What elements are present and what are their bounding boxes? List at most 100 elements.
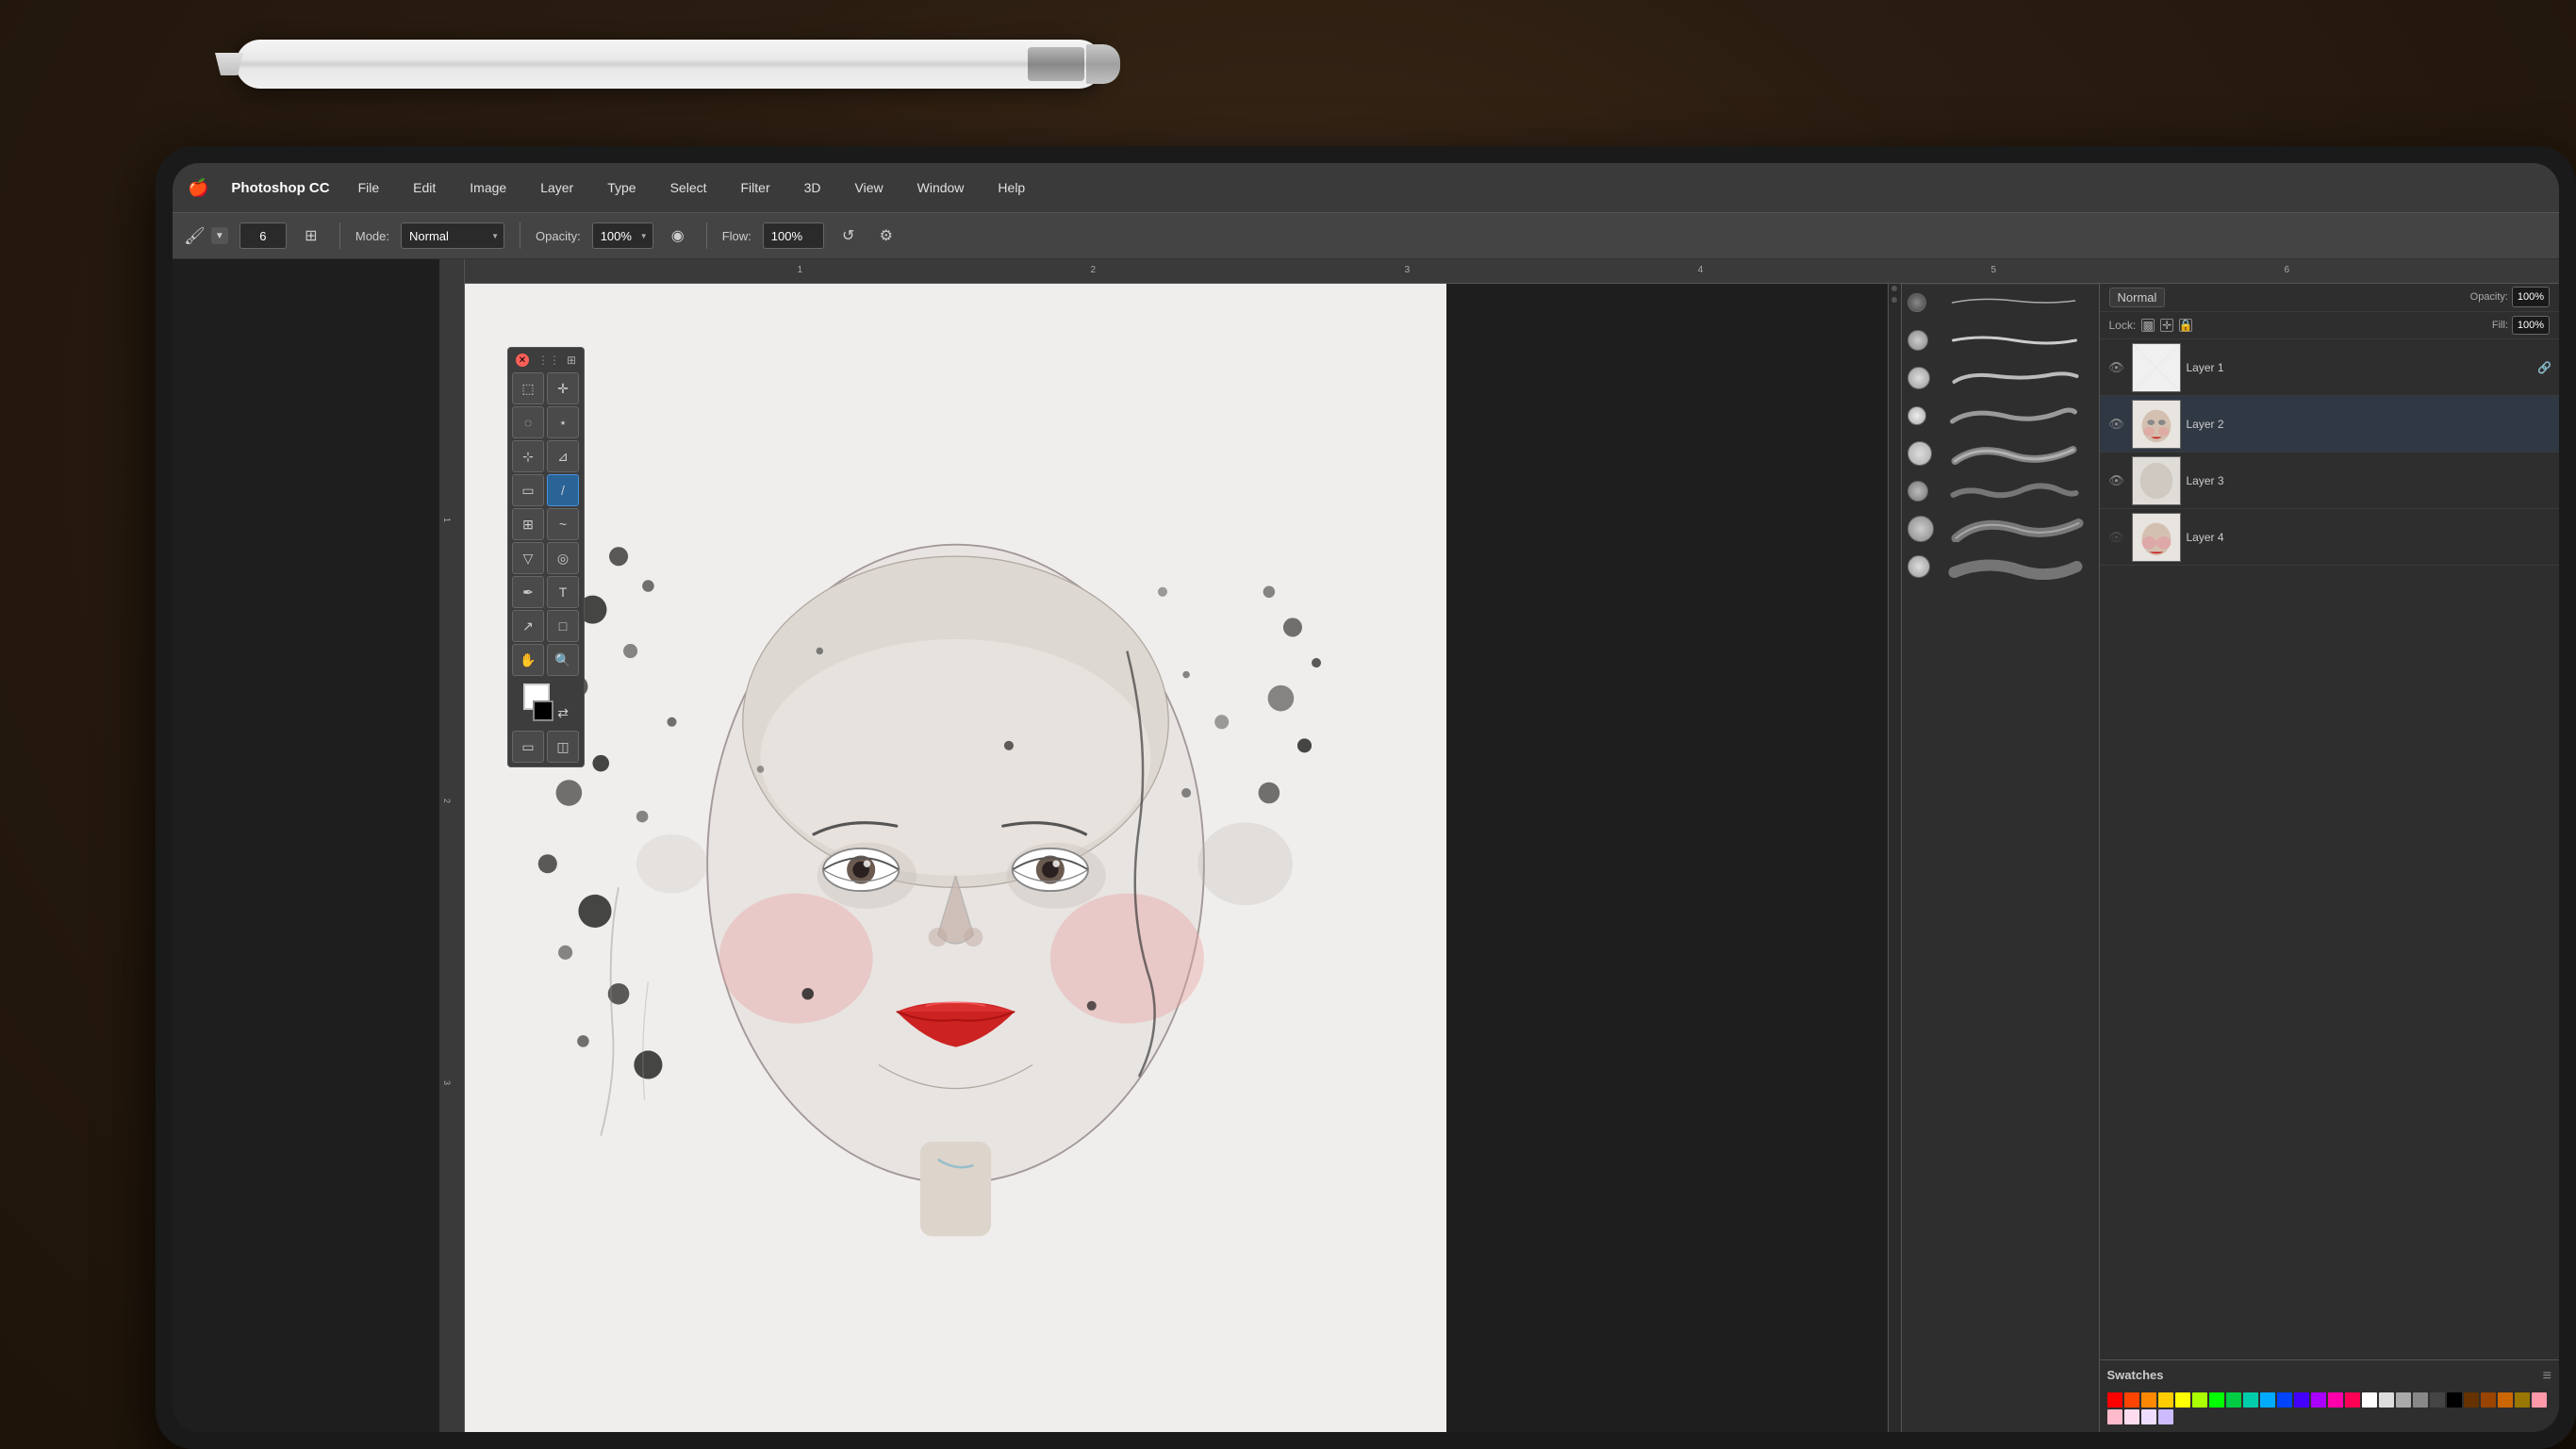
blend-mode-normal-btn[interactable]: Normal [2109,288,2166,307]
swatch-white[interactable] [2362,1392,2377,1408]
swatch-orange[interactable] [2141,1392,2156,1408]
opacity-small-value[interactable]: 100% [2512,287,2550,307]
menu-item-edit[interactable]: Edit [407,176,441,199]
eyedropper-tool-btn[interactable]: ⊿ [547,440,579,472]
layer-2-visibility[interactable]: 👁 [2107,415,2126,434]
swatch-blue[interactable] [2277,1392,2292,1408]
mode-select[interactable]: Normal Multiply Screen [401,222,504,249]
path-select-btn[interactable]: ↗ [512,610,544,642]
fill-value[interactable]: 100% [2512,316,2550,335]
brush-options-icon[interactable]: ⊞ [298,222,324,249]
swatch-olive[interactable] [2515,1392,2530,1408]
screen-mode-btn[interactable]: ▭ [512,731,544,763]
menu-item-view[interactable]: View [850,176,889,199]
menu-item-type[interactable]: Type [602,176,641,199]
brush-item-2[interactable] [1902,322,2099,358]
pen-tool-btn[interactable]: ✒ [512,576,544,608]
marquee-tool-btn[interactable]: ⬚ [512,372,544,404]
swatch-periwinkle[interactable] [2158,1409,2173,1424]
swatch-mid-gray[interactable] [2413,1392,2428,1408]
toolbox-expand-btn[interactable]: ⊞ [567,354,576,367]
layer-item-2[interactable]: 👁 [2100,396,2560,453]
swatch-magenta[interactable] [2328,1392,2343,1408]
menu-item-select[interactable]: Select [665,176,713,199]
brush-item-5[interactable] [1902,436,2099,471]
color-swatch-container[interactable] [523,683,553,721]
layer-item-1[interactable]: 👁 Layer 1 🔗 [2100,339,2560,396]
lock-position-btn[interactable]: ✛ [2160,319,2173,332]
swatch-teal[interactable] [2243,1392,2258,1408]
crop-tool-btn[interactable]: ⊹ [512,440,544,472]
menu-item-help[interactable]: Help [992,176,1031,199]
swatch-light-pink[interactable] [2107,1409,2122,1424]
menu-item-window[interactable]: Window [912,176,970,199]
text-tool-btn[interactable]: T [547,576,579,608]
brush-item-4[interactable] [1902,398,2099,434]
lock-all-btn[interactable]: 🔒 [2179,319,2192,332]
swatch-crimson[interactable] [2345,1392,2360,1408]
swatch-lavender[interactable] [2141,1409,2156,1424]
swatch-black[interactable] [2447,1392,2462,1408]
menu-item-layer[interactable]: Layer [535,176,579,199]
swatch-yellow-orange[interactable] [2158,1392,2173,1408]
brush-item-7[interactable] [1902,511,2099,547]
swatch-green[interactable] [2209,1392,2224,1408]
hand-tool-btn[interactable]: ✋ [512,644,544,676]
swatch-dark-gray[interactable] [2430,1392,2445,1408]
brush-item-8[interactable] [1902,549,2099,585]
background-color-swatch[interactable] [533,700,553,721]
menu-item-image[interactable]: Image [464,176,512,199]
menu-item-file[interactable]: File [353,176,386,199]
paint-bucket-btn[interactable]: ▽ [512,542,544,574]
swatch-pink[interactable] [2532,1392,2547,1408]
layer-4-visibility[interactable]: 👁 [2107,528,2126,547]
brush-dropdown-btn[interactable]: ▼ [211,227,228,244]
eraser-tool-btn[interactable]: ▭ [512,474,544,506]
shape-tool-btn[interactable]: □ [547,610,579,642]
opacity-value[interactable]: 100% [592,222,653,249]
canvas-area[interactable] [465,284,1446,1432]
swatches-menu-btn[interactable]: ≡ [2543,1368,2551,1385]
smudge-tool-btn[interactable]: ~ [547,508,579,540]
zoom-tool-btn[interactable]: 🔍 [547,644,579,676]
swatch-pale-pink[interactable] [2124,1409,2139,1424]
swatch-green-2[interactable] [2226,1392,2241,1408]
airbrush-icon[interactable]: ◉ [665,222,691,249]
layer-1-visibility[interactable]: 👁 [2107,358,2126,377]
swatch-burnt-orange[interactable] [2498,1392,2513,1408]
lock-pixel-btn[interactable]: ▩ [2141,319,2155,332]
swatch-dark-brown[interactable] [2464,1392,2479,1408]
swatch-violet[interactable] [2311,1392,2326,1408]
layer-3-visibility[interactable]: 👁 [2107,471,2126,490]
swatch-light-gray[interactable] [2379,1392,2394,1408]
settings-icon[interactable]: ⚙ [873,222,900,249]
swatch-gray[interactable] [2396,1392,2411,1408]
brush-size-display[interactable]: 6 [239,222,287,249]
lasso-tool-btn[interactable]: ◌ [512,406,544,438]
brush-scroll-area[interactable] [1902,285,2099,1432]
brush-item-1[interactable] [1902,285,2099,321]
swatch-light-blue[interactable] [2260,1392,2275,1408]
smoothing-icon[interactable]: ↺ [835,222,862,249]
menu-item-3d[interactable]: 3D [799,176,827,199]
stamp-tool-btn[interactable]: ⊞ [512,508,544,540]
swatch-yellow-green[interactable] [2192,1392,2207,1408]
layer-item-4[interactable]: 👁 Layer 4 [2100,509,2560,566]
blur-tool-btn[interactable]: ◎ [547,542,579,574]
swap-colors-btn[interactable]: ⇄ [557,705,569,721]
flow-value[interactable]: 100% [763,222,824,249]
toolbox-close-btn[interactable]: ✕ [516,354,529,367]
menu-item-filter[interactable]: Filter [735,176,776,199]
swatch-red[interactable] [2107,1392,2122,1408]
brush-item-3[interactable] [1902,360,2099,396]
magic-wand-btn[interactable]: ⋆ [547,406,579,438]
swatch-yellow[interactable] [2175,1392,2190,1408]
swatch-indigo[interactable] [2294,1392,2309,1408]
swatch-brown[interactable] [2481,1392,2496,1408]
layer-item-3[interactable]: 👁 Layer 3 [2100,453,2560,509]
brush-item-6[interactable] [1902,473,2099,509]
pencil-tool-btn[interactable]: / [547,474,579,506]
move-tool-btn[interactable]: ✛ [547,372,579,404]
quick-mask-btn[interactable]: ◫ [547,731,579,763]
swatch-orange-red[interactable] [2124,1392,2139,1408]
